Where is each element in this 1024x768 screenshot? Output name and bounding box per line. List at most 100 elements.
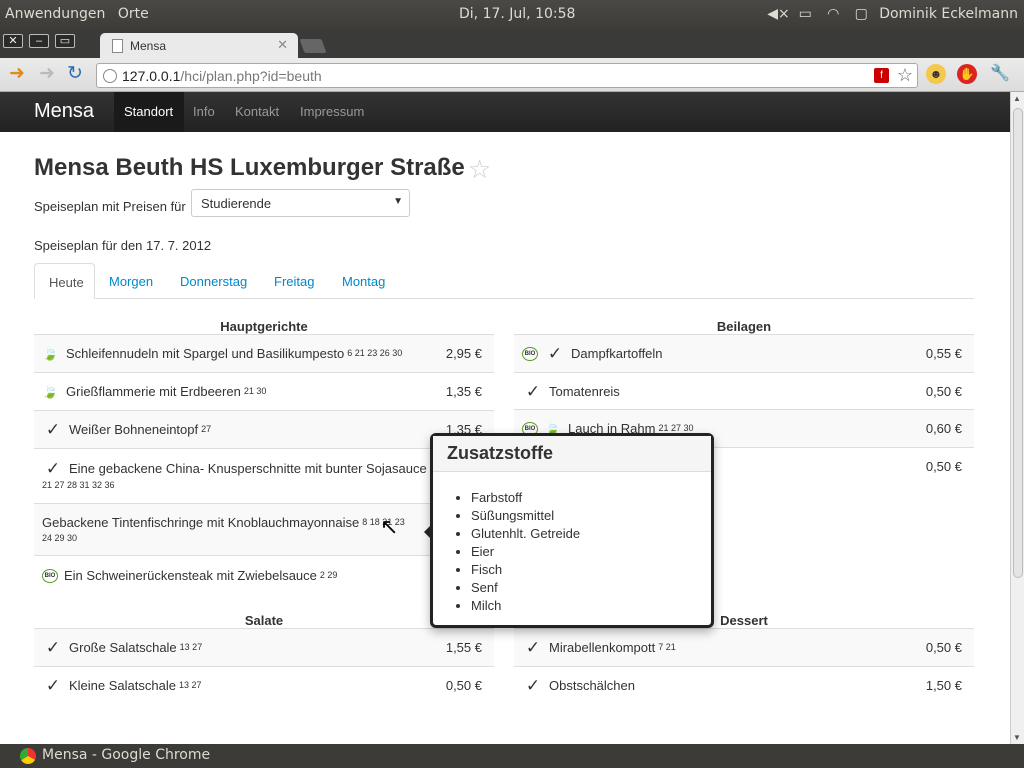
table-row[interactable]: 🍃 Schleifennudeln mit Spargel und Basilik… <box>34 334 494 373</box>
minimize-window-icon[interactable]: – <box>29 34 49 48</box>
additives[interactable]: 21 30 <box>244 383 267 400</box>
popover-list: Farbstoff Süßungsmittel Glutenhlt. Getre… <box>471 489 711 615</box>
browser-chrome: ✕ – ▭ Mensa ✕ ➜ ➜ ↻ 127.0.0.1/hci/plan.p… <box>0 30 1024 92</box>
dish-price: 2,95 € <box>434 334 494 373</box>
list-item: Eier <box>471 543 711 561</box>
additives[interactable]: 13 27 <box>180 639 203 656</box>
vegan-icon: ✓ <box>45 420 61 439</box>
browser-tab[interactable]: Mensa ✕ <box>100 33 298 59</box>
table-row[interactable]: ✓ Obstschälchen 1,50 € <box>514 666 974 704</box>
date-line: Speiseplan für den 17. 7. 2012 <box>34 238 212 253</box>
close-window-icon[interactable]: ✕ <box>3 34 23 48</box>
site-navbar: Mensa Standort Info Kontakt Impressum <box>0 92 1010 132</box>
table-row[interactable]: ✓ Mirabellenkompott 7 21 0,50 € <box>514 628 974 667</box>
section-title-salate: Salate <box>244 613 284 628</box>
bookmark-star-icon[interactable]: ☆ <box>897 65 913 86</box>
reload-icon[interactable]: ↻ <box>64 64 86 86</box>
list-item: Milch <box>471 597 711 615</box>
web-page: Mensa Standort Info Kontakt Impressum Me… <box>0 92 1010 744</box>
price-label: Speiseplan mit Preisen für <box>34 199 186 214</box>
vegan-icon: ✓ <box>547 344 563 363</box>
table-row[interactable]: 🍃 Grießflammerie mit Erdbeeren 21 30 1,35 … <box>34 372 494 411</box>
list-item: Glutenhlt. Getreide <box>471 525 711 543</box>
menu-anwendungen[interactable]: Anwendungen <box>5 6 105 22</box>
table-row[interactable]: ✓ Große Salatschale 13 27 1,55 € <box>34 628 494 667</box>
messages-icon[interactable]: ▢ <box>851 5 871 23</box>
wrench-menu-icon[interactable]: 🔧 <box>990 64 1010 84</box>
tab-freitag[interactable]: Freitag <box>274 274 314 289</box>
additives[interactable]: 13 27 <box>179 677 202 694</box>
address-bar[interactable]: 127.0.0.1/hci/plan.php?id=beuth f ☆ <box>96 63 918 88</box>
chrome-icon <box>20 748 36 764</box>
back-arrow-icon[interactable]: ➜ <box>6 64 28 86</box>
section-title-beilagen: Beilagen <box>716 319 772 334</box>
flash-blocked-icon[interactable]: f <box>874 68 889 83</box>
vegan-icon: ✓ <box>45 675 61 695</box>
extension-icon[interactable]: ☻ <box>926 64 946 84</box>
dish-name: Mirabellenkompott <box>549 640 656 655</box>
close-tab-icon[interactable]: ✕ <box>277 37 288 53</box>
scroll-thumb[interactable] <box>1013 108 1023 578</box>
price-group-select[interactable]: Studierende ▼ <box>191 189 410 217</box>
additives[interactable]: 7 21 <box>658 639 676 656</box>
taskbar: Mensa - Google Chrome <box>0 744 1024 768</box>
forward-arrow-icon[interactable]: ➜ <box>36 64 58 86</box>
brand[interactable]: Mensa <box>34 100 94 123</box>
nav-impressum[interactable]: Impressum <box>300 104 364 119</box>
dish-name: Eine gebackene China- Knusperschnitte mi… <box>69 460 427 476</box>
url-host: 127.0.0.1 <box>122 68 181 84</box>
nav-standort[interactable]: Standort <box>124 104 173 119</box>
scroll-up-icon[interactable]: ▲ <box>1013 94 1021 103</box>
maximize-window-icon[interactable]: ▭ <box>55 34 75 48</box>
table-hauptgerichte: 🍃 Schleifennudeln mit Spargel und Basilik… <box>34 334 494 596</box>
table-row[interactable]: ✓ Tomatenreis 0,50 € <box>514 372 974 410</box>
taskbar-chrome-item[interactable]: Mensa - Google Chrome <box>14 747 210 764</box>
bio-label-icon: BIO <box>42 568 58 583</box>
table-row[interactable]: ✓ Weißer Bohneneintopf 27 1,35 € <box>34 410 494 449</box>
tab-morgen[interactable]: Morgen <box>109 274 153 289</box>
additives[interactable]: 2 29 <box>320 567 338 584</box>
popover-caret <box>424 526 430 538</box>
additives[interactable]: 6 21 23 26 30 <box>347 345 402 362</box>
table-dessert: ✓ Mirabellenkompott 7 21 0,50 € ✓ Obstschäl… <box>514 628 974 704</box>
vegan-icon: ✓ <box>45 638 61 657</box>
clock[interactable]: Di, 17. Jul, 10:58 <box>459 6 575 22</box>
menu-orte[interactable]: Orte <box>118 6 149 22</box>
nav-info[interactable]: Info <box>193 104 215 119</box>
dish-price: 0,50 € <box>867 372 974 410</box>
dish-name: Kleine Salatschale <box>69 677 176 693</box>
table-row[interactable]: BIO Ein Schweinerückensteak mit Zwiebelsa… <box>34 555 494 596</box>
list-item: Süßungsmittel <box>471 507 711 525</box>
list-item: Senf <box>471 579 711 597</box>
tab-donnerstag[interactable]: Donnerstag <box>180 274 247 289</box>
volume-muted-icon[interactable]: ◀× <box>767 5 790 23</box>
tab-heute[interactable]: Heute <box>34 263 95 299</box>
vegan-icon: ✓ <box>45 458 61 478</box>
additives-continued[interactable]: 24 29 30 <box>42 531 486 545</box>
table-row[interactable]: ✓ Eine gebackene China- Knusperschnitte m… <box>34 448 494 504</box>
table-salate: ✓ Große Salatschale 13 27 1,55 € ✓ Kleine S… <box>34 628 494 704</box>
dish-price: 0,50 € <box>867 447 974 486</box>
os-top-panel: Anwendungen Orte Di, 17. Jul, 10:58 ◀× ▭… <box>0 0 1024 30</box>
additives[interactable]: 27 <box>201 421 211 438</box>
vegan-icon: ✓ <box>525 638 541 657</box>
table-row[interactable]: BIO ✓ Dampfkartoffeln 0,55 € <box>514 334 974 373</box>
table-row[interactable]: ✓ Kleine Salatschale 13 27 0,50 € <box>34 666 494 704</box>
dish-price: 0,50 € <box>859 628 974 667</box>
scroll-down-icon[interactable]: ▼ <box>1013 733 1021 742</box>
dish-price: 1,50 € <box>859 666 974 704</box>
wifi-icon[interactable]: ◠ <box>823 5 843 23</box>
additives[interactable]: 21 27 28 31 32 36 <box>42 477 486 493</box>
dish-name: Grießflammerie mit Erdbeeren <box>66 384 241 399</box>
favorite-star-icon[interactable]: ☆ <box>468 154 491 185</box>
new-tab-button[interactable] <box>299 39 327 53</box>
vertical-scrollbar[interactable]: ▲ ▼ <box>1010 92 1024 744</box>
dish-name: Obstschälchen <box>549 677 635 693</box>
tab-montag[interactable]: Montag <box>342 274 385 289</box>
battery-icon[interactable]: ▭ <box>795 5 815 23</box>
adblock-icon[interactable]: ✋ <box>957 64 977 84</box>
dish-name: Weißer Bohneneintopf <box>69 422 199 437</box>
nav-kontakt[interactable]: Kontakt <box>235 104 279 119</box>
dish-name: Gebackene Tintenfischringe mit Knoblauch… <box>42 515 360 530</box>
user-name[interactable]: Dominik Eckelmann <box>879 6 1018 22</box>
